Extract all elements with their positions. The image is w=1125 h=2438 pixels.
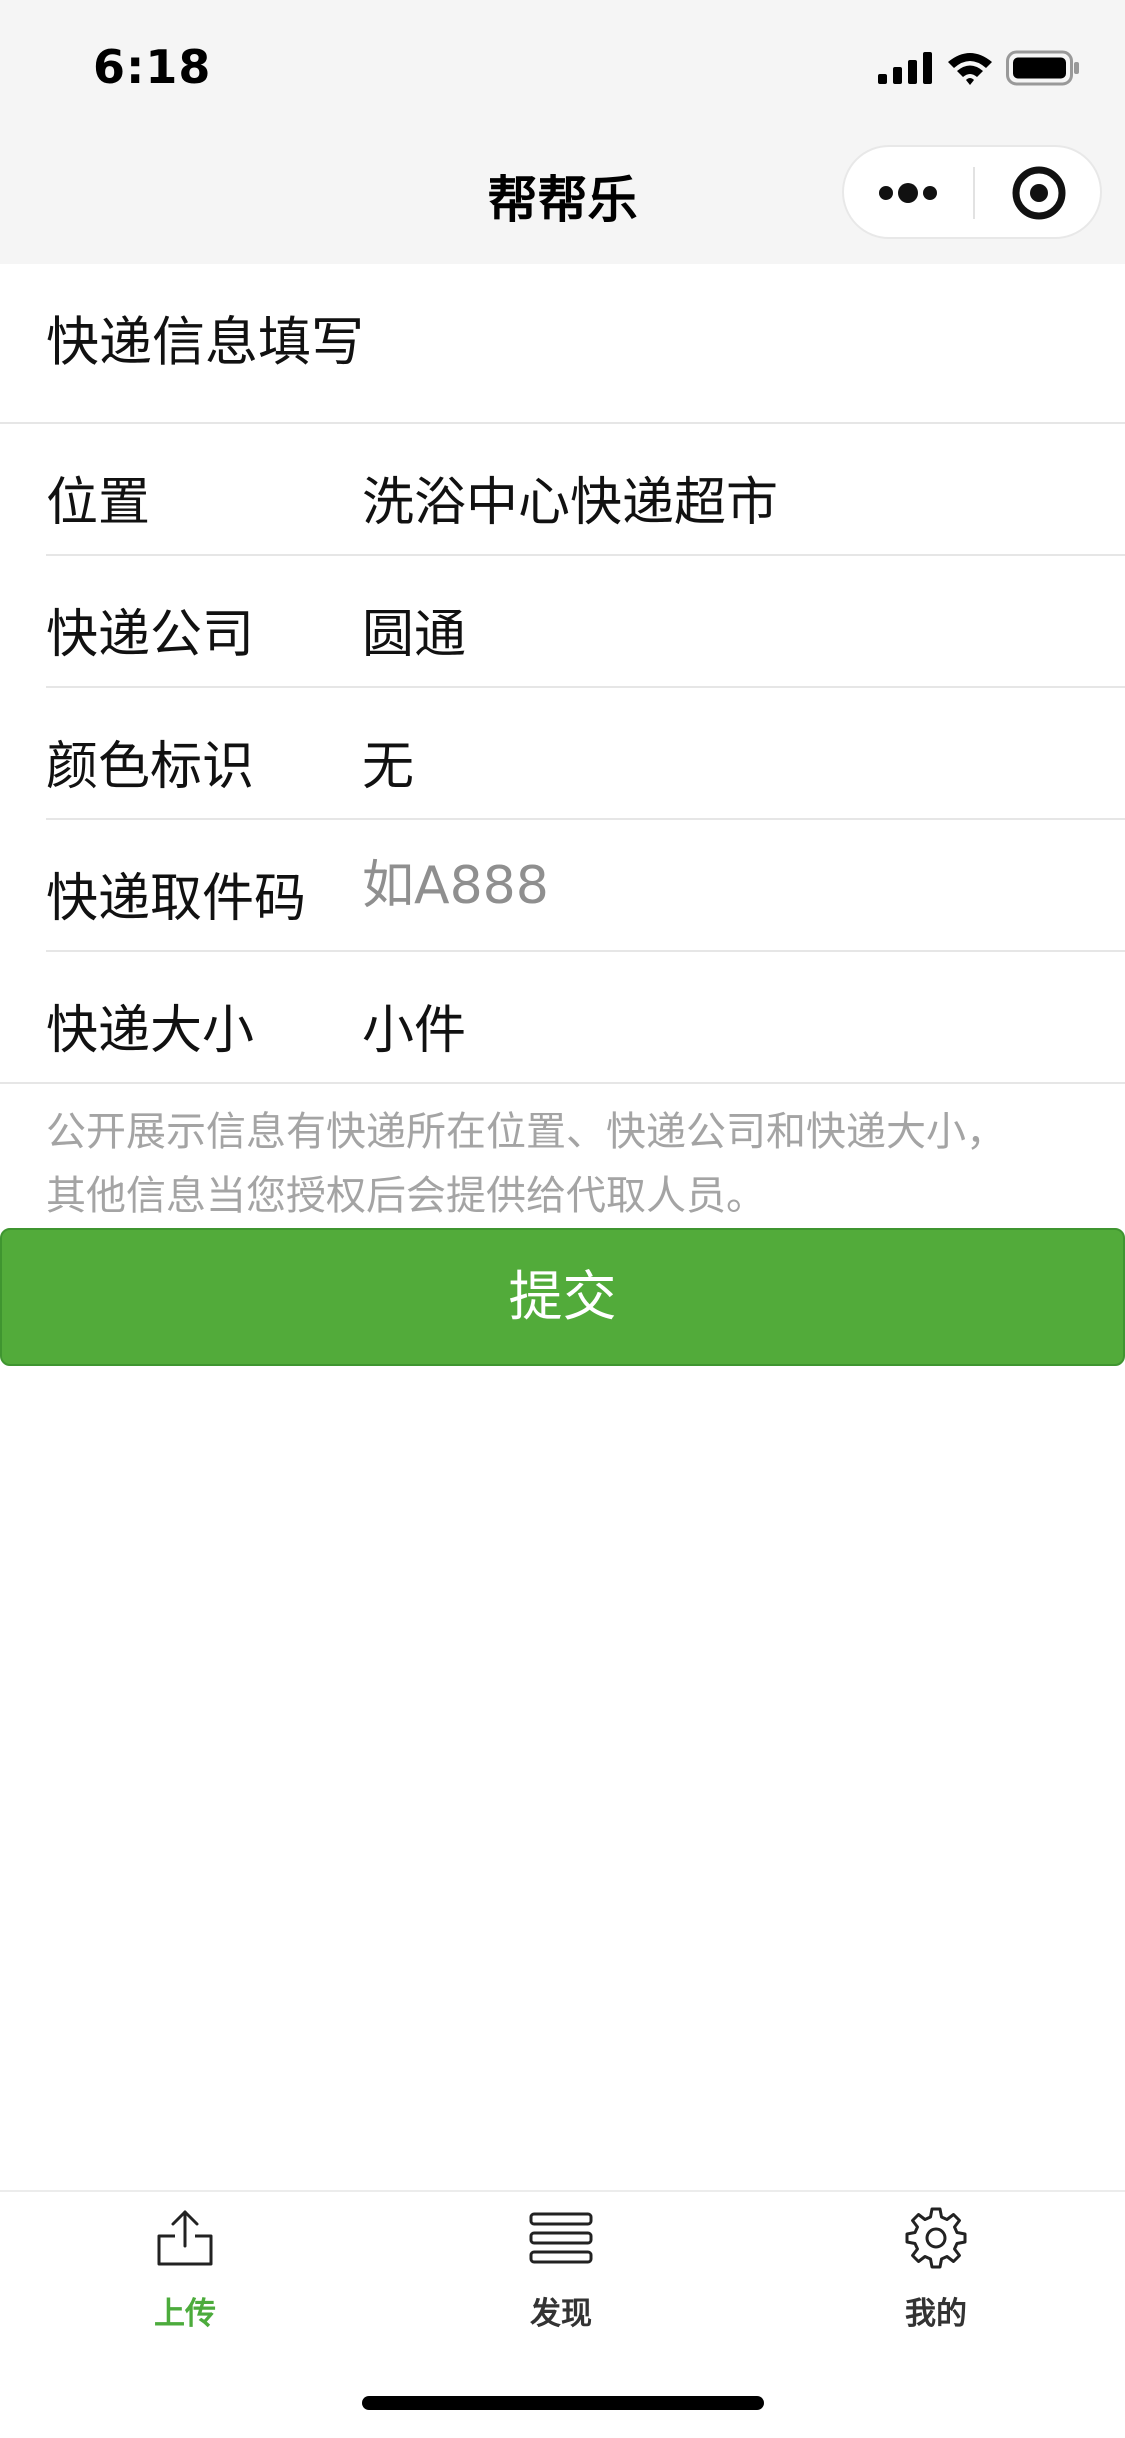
more-dots-icon [879,183,937,203]
company-value[interactable]: 圆通 [362,592,466,667]
express-form: 位置 洗浴中心快递超市 快递公司 圆通 颜色标识 无 快递取件码 快递大小 小件 [0,424,1125,1084]
tab-label: 上传 [154,2296,216,2332]
status-time: 6:18 [93,40,212,94]
field-label: 快递大小 [46,1001,255,1061]
section-title: 快递信息填写 [46,312,364,373]
wifi-icon [948,53,992,85]
form-row-company[interactable]: 快递公司 圆通 [0,556,1125,688]
menu-capsule [842,145,1102,239]
size-value[interactable]: 小件 [362,988,466,1063]
submit-button[interactable]: 提交 [0,1228,1125,1366]
field-label: 快递公司 [46,605,255,665]
upload-icon [157,2210,213,2266]
note-line: 其他信息当您授权后会提供给代取人员。 [46,1173,766,1219]
gear-icon [905,2207,967,2269]
home-indicator [362,2396,764,2410]
close-button[interactable] [975,147,1102,237]
pickup-code-input[interactable] [362,846,1062,926]
form-row-size[interactable]: 快递大小 小件 [0,952,1125,1084]
field-label: 颜色标识 [46,737,255,797]
list-icon [529,2212,593,2264]
more-button[interactable] [844,147,974,237]
tab-mine[interactable]: 我的 [786,2206,1086,2336]
close-target-icon [1012,166,1066,220]
battery-icon [1006,50,1079,86]
form-row-location[interactable]: 位置 洗浴中心快递超市 [0,424,1125,556]
location-value[interactable]: 洗浴中心快递超市 [362,460,778,535]
tab-discover[interactable]: 发现 [411,2206,711,2336]
note-line: 公开展示信息有快递所在位置、快递公司和快递大小， [46,1109,1006,1155]
field-label: 位置 [46,473,151,533]
form-row-color-tag[interactable]: 颜色标识 无 [0,688,1125,820]
status-icons [878,48,1080,88]
tab-label: 发现 [530,2296,592,2332]
tab-upload[interactable]: 上传 [35,2206,335,2336]
cellular-signal-icon [878,52,932,84]
privacy-note: 公开展示信息有快递所在位置、快递公司和快递大小， 其他信息当您授权后会提供给代取… [46,1100,1086,1228]
top-header: 6:18 帮帮乐 [0,0,1125,264]
form-row-pickup-code: 快递取件码 [0,820,1125,952]
tab-label: 我的 [905,2296,967,2332]
field-label: 快递取件码 [46,869,307,929]
color-tag-value[interactable]: 无 [362,724,414,799]
